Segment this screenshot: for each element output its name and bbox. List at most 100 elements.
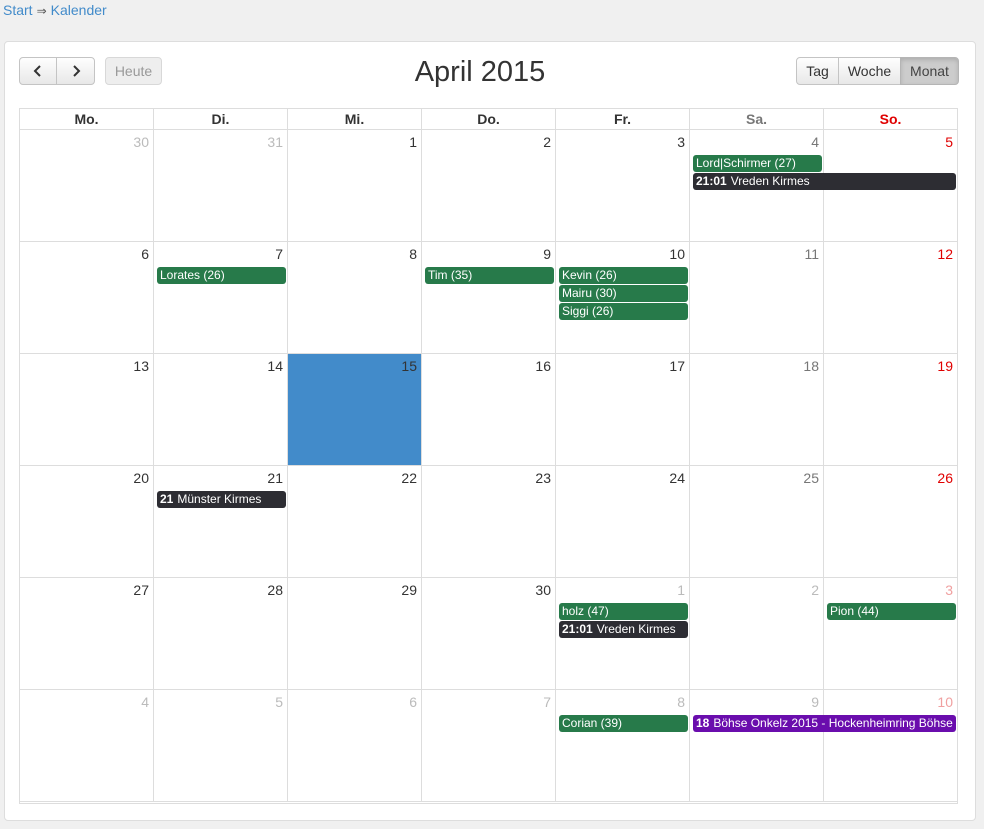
day-cell[interactable]: 25 bbox=[690, 466, 824, 578]
today-button[interactable]: Heute bbox=[105, 57, 162, 85]
day-cell[interactable]: 2 bbox=[422, 130, 556, 242]
calendar-event[interactable]: 18 Böhse Onkelz 2015 - Hockenheimring Böh… bbox=[693, 715, 956, 732]
day-cell[interactable]: 30 bbox=[20, 130, 154, 242]
day-number: 19 bbox=[937, 358, 953, 374]
next-month-button[interactable] bbox=[56, 57, 95, 85]
day-number: 9 bbox=[543, 246, 551, 262]
event-title: Böhse Onkelz 2015 - Hockenheimring Böhse… bbox=[713, 716, 956, 730]
calendar-event[interactable]: 21:01 Vreden Kirmes bbox=[559, 621, 688, 638]
calendar-event[interactable]: Kevin (26) bbox=[559, 267, 688, 284]
day-cell[interactable]: 29 bbox=[288, 578, 422, 690]
day-cell[interactable]: 9 bbox=[422, 242, 556, 354]
day-number: 23 bbox=[535, 470, 551, 486]
day-number: 18 bbox=[803, 358, 819, 374]
calendar-event[interactable]: Pion (44) bbox=[827, 603, 956, 620]
day-cell[interactable]: 8 bbox=[556, 690, 690, 802]
calendar-event[interactable]: Siggi (26) bbox=[559, 303, 688, 320]
day-cell[interactable]: 7 bbox=[154, 242, 288, 354]
day-number: 10 bbox=[937, 694, 953, 710]
day-number: 2 bbox=[811, 582, 819, 598]
day-number: 4 bbox=[811, 134, 819, 150]
day-number: 7 bbox=[275, 246, 283, 262]
day-number: 17 bbox=[669, 358, 685, 374]
month-grid: Mo. Di. Mi. Do. Fr. Sa. So. 30 31 1 2 3 4 5 Lord|Schi… bbox=[19, 108, 958, 804]
calendar-title: April 2015 bbox=[414, 56, 546, 88]
event-title: Münster Kirmes bbox=[177, 492, 262, 506]
chevron-right-icon bbox=[72, 65, 80, 77]
day-cell[interactable]: 31 bbox=[154, 130, 288, 242]
event-time: 21 bbox=[160, 492, 174, 506]
day-cell[interactable]: 4 bbox=[20, 690, 154, 802]
day-cell[interactable]: 8 bbox=[288, 242, 422, 354]
day-cell[interactable]: 21 bbox=[154, 466, 288, 578]
calendar-event[interactable]: 21 Münster Kirmes bbox=[157, 491, 286, 508]
day-cell[interactable]: 10 bbox=[824, 690, 958, 802]
breadcrumb-kalender-link[interactable]: Kalender bbox=[51, 2, 107, 18]
weekday-header-wed: Mi. bbox=[288, 109, 422, 130]
day-cell[interactable]: 20 bbox=[20, 466, 154, 578]
day-cell[interactable]: 14 bbox=[154, 354, 288, 466]
calendar-event[interactable]: Lord|Schirmer (27) bbox=[693, 155, 822, 172]
day-cell[interactable]: 24 bbox=[556, 466, 690, 578]
weekday-header-thu: Do. bbox=[422, 109, 556, 130]
day-cell[interactable]: 18 bbox=[690, 354, 824, 466]
day-cell[interactable]: 26 bbox=[824, 466, 958, 578]
day-number: 1 bbox=[409, 134, 417, 150]
day-cell[interactable]: 30 bbox=[422, 578, 556, 690]
day-cell[interactable]: 28 bbox=[154, 578, 288, 690]
event-time: 21:01 bbox=[696, 174, 727, 188]
day-number: 28 bbox=[267, 582, 283, 598]
event-time: 21:01 bbox=[562, 622, 593, 636]
breadcrumb-start-link[interactable]: Start bbox=[3, 2, 33, 18]
day-number: 12 bbox=[937, 246, 953, 262]
day-cell[interactable]: 3 bbox=[824, 578, 958, 690]
day-number: 10 bbox=[669, 246, 685, 262]
day-cell[interactable]: 2 bbox=[690, 578, 824, 690]
event-title: Pion (44) bbox=[830, 604, 879, 618]
day-cell[interactable]: 17 bbox=[556, 354, 690, 466]
view-month-button[interactable]: Monat bbox=[900, 57, 959, 85]
event-title: holz (47) bbox=[562, 604, 609, 618]
event-title: Vreden Kirmes bbox=[730, 174, 810, 188]
event-time: 18 bbox=[696, 716, 710, 730]
calendar-event[interactable]: Lorates (26) bbox=[157, 267, 286, 284]
day-number: 3 bbox=[945, 582, 953, 598]
calendar-event[interactable]: 21:01 Vreden Kirmes bbox=[693, 173, 956, 190]
prev-month-button[interactable] bbox=[19, 57, 57, 85]
calendar-event[interactable]: Mairu (30) bbox=[559, 285, 688, 302]
day-cell[interactable]: 16 bbox=[422, 354, 556, 466]
day-cell[interactable]: 13 bbox=[20, 354, 154, 466]
day-number: 4 bbox=[141, 694, 149, 710]
day-cell[interactable]: 6 bbox=[20, 242, 154, 354]
day-cell[interactable]: 19 bbox=[824, 354, 958, 466]
calendar-event[interactable]: holz (47) bbox=[559, 603, 688, 620]
weekday-header-mon: Mo. bbox=[20, 109, 154, 130]
day-cell[interactable]: 23 bbox=[422, 466, 556, 578]
day-cell[interactable]: 3 bbox=[556, 130, 690, 242]
day-cell[interactable]: 7 bbox=[422, 690, 556, 802]
event-title: Corian (39) bbox=[562, 716, 623, 730]
day-number: 21 bbox=[267, 470, 283, 486]
calendar-event[interactable]: Tim (35) bbox=[425, 267, 554, 284]
day-cell[interactable]: 1 bbox=[288, 130, 422, 242]
day-cell[interactable]: 11 bbox=[690, 242, 824, 354]
week-row: 27 28 29 30 1 2 3 holz (47) 21:01 Vreden Kirmes Pi… bbox=[20, 578, 958, 690]
day-number: 5 bbox=[275, 694, 283, 710]
calendar-panel: Heute April 2015 Tag Woche Monat Mo. Di. M… bbox=[4, 41, 976, 821]
day-cell[interactable]: 6 bbox=[288, 690, 422, 802]
event-title: Tim (35) bbox=[428, 268, 473, 282]
day-number: 1 bbox=[677, 582, 685, 598]
view-day-button[interactable]: Tag bbox=[796, 57, 839, 85]
day-cell[interactable]: 27 bbox=[20, 578, 154, 690]
day-cell[interactable]: 12 bbox=[824, 242, 958, 354]
day-cell[interactable]: 22 bbox=[288, 466, 422, 578]
event-title: Vreden Kirmes bbox=[596, 622, 676, 636]
day-number: 22 bbox=[401, 470, 417, 486]
day-number: 16 bbox=[535, 358, 551, 374]
day-cell[interactable]: 15 bbox=[288, 354, 422, 466]
day-number: 29 bbox=[401, 582, 417, 598]
view-week-button[interactable]: Woche bbox=[838, 57, 901, 85]
day-cell[interactable]: 5 bbox=[154, 690, 288, 802]
day-cell[interactable]: 9 bbox=[690, 690, 824, 802]
calendar-event[interactable]: Corian (39) bbox=[559, 715, 688, 732]
